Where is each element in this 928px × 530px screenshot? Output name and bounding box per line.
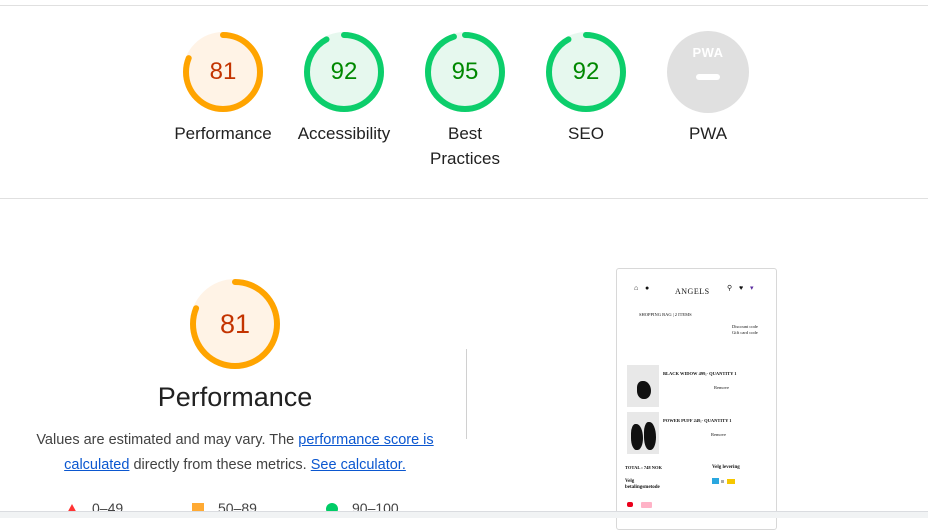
- delivery-option-2: [721, 480, 724, 483]
- gauge-performance[interactable]: 81 Performance: [158, 31, 288, 146]
- site-brand: ANGELS: [675, 287, 710, 296]
- gauge-ring: 81: [182, 31, 264, 113]
- delivery-option-1: [712, 478, 719, 484]
- performance-score: 81: [219, 309, 251, 339]
- delivery-option-3: [727, 479, 735, 484]
- gift-card-code: Gift card code: [732, 330, 758, 335]
- gauge-label: Performance: [174, 124, 272, 143]
- product-image-2: [627, 412, 659, 454]
- section-divider: [0, 198, 928, 199]
- top-divider: [0, 5, 928, 6]
- gauge-label: SEO: [568, 124, 604, 143]
- page-screenshot-thumbnail[interactable]: ⌂ ● ANGELS ⚲ ♥ ▾ SHOPPING BAG | 2 ITEMS …: [616, 268, 777, 530]
- desc-middle: directly from these metrics.: [129, 457, 311, 473]
- home-icon: ⌂: [634, 284, 639, 292]
- payment-label-1: Velg: [625, 479, 635, 484]
- pwa-badge: PWA: [667, 31, 749, 113]
- gauge-label: PWA: [688, 124, 728, 143]
- gauge-score: 81: [209, 58, 237, 85]
- item-1-remove: Remove: [714, 385, 729, 390]
- see-calculator-link[interactable]: See calculator.: [311, 457, 406, 473]
- gauge-score: 92: [330, 58, 358, 85]
- performance-title: Performance: [157, 382, 313, 412]
- item-2-remove: Remove: [711, 432, 726, 437]
- discount-code: Discount code: [732, 324, 758, 329]
- gauge-score: 95: [451, 58, 479, 85]
- performance-description: Values are estimated and may vary. The p…: [30, 428, 440, 478]
- bag-title: SHOPPING BAG | 2 ITEMS: [639, 312, 692, 317]
- delivery-label: Velg levering: [712, 465, 740, 470]
- heart-icon: ♥: [739, 284, 744, 292]
- gauge-ring: 92: [303, 31, 385, 113]
- gauge-score: 92: [572, 58, 600, 85]
- pwa-badge-text: PWA: [692, 45, 724, 60]
- gauge-label: Accessibility: [297, 124, 391, 143]
- cart-icon: ▾: [750, 284, 754, 292]
- product-image-1: [627, 365, 659, 407]
- order-total: TOTAL : 748 NOK: [625, 465, 662, 470]
- search-icon: ⚲: [727, 284, 733, 292]
- vertical-divider: [466, 349, 467, 439]
- gauge-accessibility[interactable]: 92 Accessibility: [279, 31, 409, 146]
- item-1-title: BLACK WIDOW 499,- QUANTITY 1: [663, 371, 737, 376]
- performance-gauge-large: 81: [188, 277, 282, 371]
- gauge-best-practices[interactable]: 95 Best Practices: [400, 31, 530, 171]
- payment-label-2: betalingsmetode: [625, 485, 660, 490]
- gauge-ring: 92: [545, 31, 627, 113]
- desc-prefix: Values are estimated and may vary. The: [36, 432, 299, 448]
- item-2-title: POWER PUFF 249,- QUANTITY 1: [663, 418, 732, 423]
- card-icon: [627, 502, 633, 507]
- gauge-pwa[interactable]: PWA PWA: [643, 31, 773, 146]
- klarna-icon: [641, 502, 652, 508]
- user-icon: ●: [645, 284, 650, 292]
- gauge-label: Best Practices: [430, 124, 500, 168]
- gauge-seo[interactable]: 92 SEO: [521, 31, 651, 146]
- pwa-dash-icon: [696, 74, 720, 80]
- gauge-ring: 95: [424, 31, 506, 113]
